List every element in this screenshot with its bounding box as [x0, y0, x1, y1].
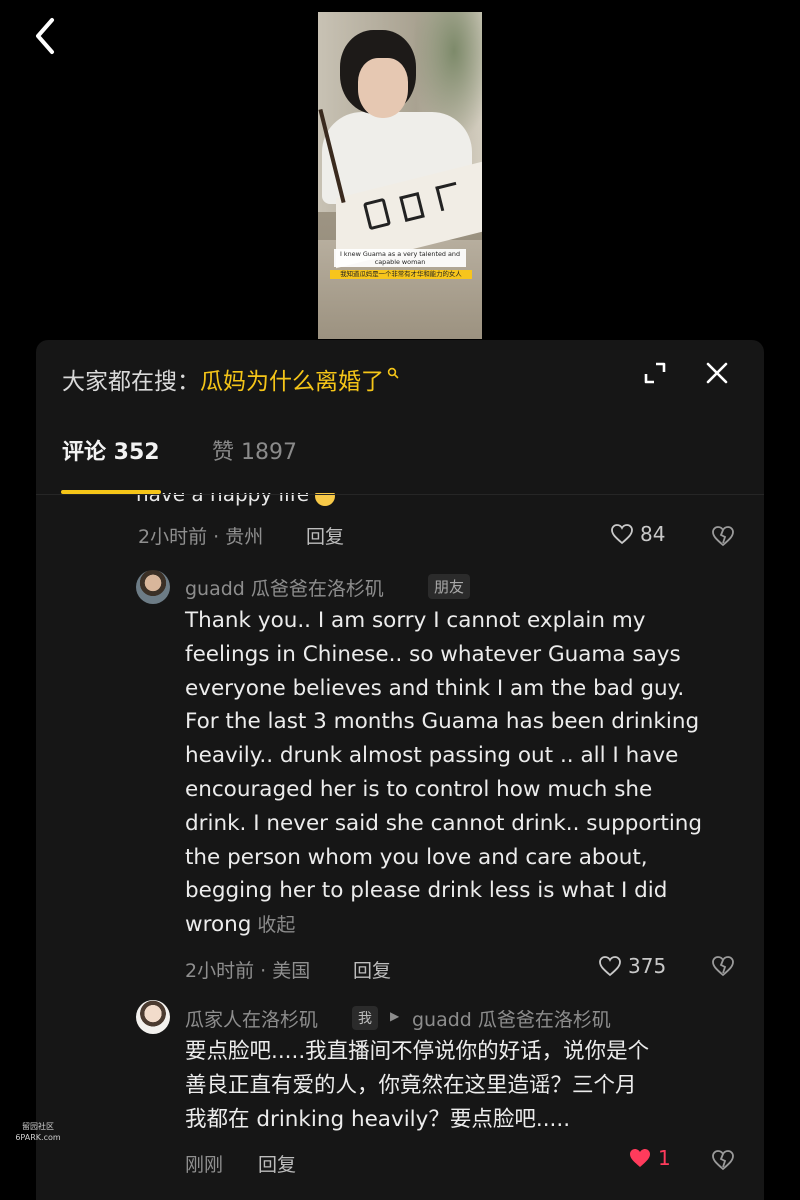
comment-username[interactable]: guadd 瓜爸爸在洛杉矶	[185, 574, 384, 601]
like-button[interactable]: 375	[598, 954, 666, 978]
comment-line: heavily.. drunk almost passing out .. al…	[185, 743, 679, 769]
watermark: 留园社区 6PARK.com	[8, 1121, 68, 1143]
comment-line: everyone believes and think I am the bad…	[185, 675, 685, 701]
comment-line: feelings in Chinese.. so whatever Guama …	[185, 641, 681, 667]
watermark-line: 6PARK.com	[15, 1133, 61, 1142]
avatar[interactable]	[136, 1000, 170, 1034]
like-count: 84	[640, 522, 666, 546]
comment-username[interactable]: 瓜家人在洛杉矶	[185, 1005, 318, 1032]
comment-line: 善良正直有爱的人，你竟然在这里造谣？三个月	[185, 1072, 637, 1098]
tab-likes[interactable]: 赞 1897	[212, 434, 297, 466]
comment-line: drink. I never said she cannot drink.. s…	[185, 810, 703, 836]
trending-search-label: 大家都在搜：	[62, 369, 200, 395]
reply-arrow-icon: ▶	[390, 1009, 400, 1023]
search-icon	[387, 364, 399, 383]
dislike-button[interactable]	[710, 954, 736, 978]
watermark-line: 留园社区	[22, 1122, 54, 1131]
heart-filled-icon	[630, 1149, 650, 1167]
comment-line: the person whom you love and care about,	[185, 844, 648, 870]
video-person-face	[358, 58, 408, 118]
close-icon	[706, 362, 728, 384]
trending-search-term[interactable]: 瓜妈为什么离婚了	[200, 362, 384, 396]
heart-icon	[599, 956, 621, 977]
heart-icon	[611, 524, 633, 545]
me-badge: 我	[352, 1006, 378, 1030]
broken-heart-icon	[712, 956, 734, 977]
reply-button[interactable]: 回复	[306, 522, 344, 549]
comment-time-location: 2小时前 · 美国	[185, 960, 311, 982]
expand-button[interactable]	[642, 360, 668, 386]
broken-heart-icon	[712, 1150, 734, 1171]
friend-badge: 朋友	[428, 574, 471, 599]
comment-time: 刚刚	[185, 1154, 224, 1176]
scroll-mask	[36, 465, 764, 493]
dislike-button[interactable]	[710, 524, 736, 548]
like-count: 375	[628, 954, 667, 978]
reply-button[interactable]: 回复	[258, 1150, 296, 1177]
comment-line: Thank you.. I am sorry I cannot explain …	[185, 608, 646, 633]
comment-line: For the last 3 months Guama has been dri…	[185, 709, 700, 735]
like-count: 1	[658, 1146, 671, 1170]
reply-button[interactable]: 回复	[353, 956, 391, 983]
tab-comments[interactable]: 评论 352	[62, 434, 160, 466]
video-subtitle-en: I knew Guama as a very talented and capa…	[334, 249, 466, 267]
like-button[interactable]: 1	[628, 1146, 671, 1170]
comment-time-location: 2小时前 · 贵州	[138, 526, 264, 548]
trending-search[interactable]: 大家都在搜： 瓜妈为什么离婚了	[62, 362, 399, 396]
comment-line: 我都在 drinking heavily？要点脸吧.....	[185, 1106, 571, 1132]
back-button[interactable]	[28, 14, 64, 58]
tab-divider	[36, 494, 764, 495]
video-thumbnail[interactable]: I knew Guama as a very talented and capa…	[318, 12, 482, 339]
video-subtitle-zh: 我知道瓜妈是一个非常有才华和能力的女人	[330, 270, 472, 279]
avatar[interactable]	[136, 570, 170, 604]
comment-text: Thank you.. I am sorry I cannot explain …	[185, 604, 702, 943]
like-button[interactable]: 84	[610, 522, 665, 546]
broken-heart-icon	[712, 526, 734, 547]
comment-text: 要点脸吧.....我直播间不停说你的好话，说你是个 善良正直有爱的人，你竟然在这…	[185, 1035, 649, 1136]
chevron-left-icon	[36, 18, 54, 54]
comment-line: encouraged her is to control how much sh…	[185, 776, 653, 802]
comment-line: 要点脸吧.....我直播间不停说你的好话，说你是个	[185, 1039, 650, 1064]
expand-icon	[644, 362, 666, 384]
dislike-button[interactable]	[710, 1148, 736, 1172]
close-button[interactable]	[704, 360, 730, 386]
collapse-button[interactable]: 收起	[257, 914, 295, 936]
reply-to-username[interactable]: guadd 瓜爸爸在洛杉矶	[412, 1005, 611, 1032]
comment-line: begging her to please drink less is what…	[185, 878, 668, 904]
comment-line: wrong	[185, 912, 252, 938]
comments-panel: 大家都在搜： 瓜妈为什么离婚了 评论 352 赞 1897 have a hap…	[36, 340, 764, 1200]
